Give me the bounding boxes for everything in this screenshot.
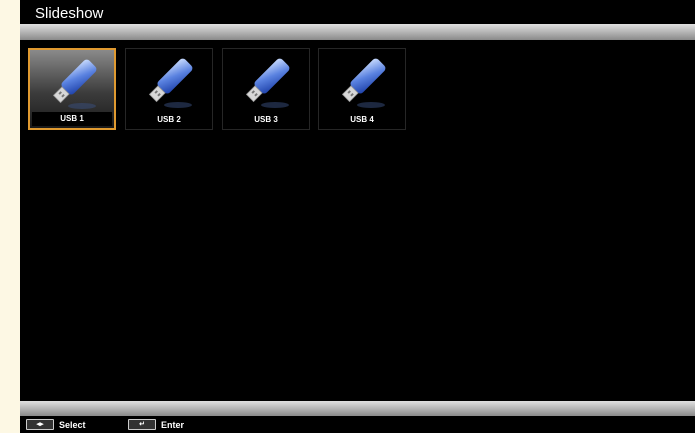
device-label: USB 2 bbox=[157, 115, 181, 124]
left-right-arrows-icon: ◂▸ bbox=[26, 419, 54, 430]
usb-drive-icon bbox=[52, 59, 97, 109]
usb-drive-icon bbox=[148, 58, 193, 108]
enter-key-icon: ↵ bbox=[128, 419, 156, 430]
device-label: USB 1 bbox=[32, 112, 112, 126]
device-label: USB 4 bbox=[350, 115, 374, 124]
enter-hint: ↵ Enter bbox=[128, 419, 184, 430]
enter-hint-label: Enter bbox=[161, 419, 185, 430]
device-label: USB 3 bbox=[254, 115, 278, 124]
usb-device-1[interactable]: USB 1 bbox=[28, 48, 116, 130]
usb-device-2[interactable]: USB 2 bbox=[125, 48, 213, 130]
footer-hints: ◂▸ Select ↵ Enter bbox=[20, 416, 695, 433]
bottom-divider bbox=[20, 401, 695, 416]
title-bar: Slideshow bbox=[20, 4, 695, 24]
slideshow-screen: Slideshow USB 1 USB 2 USB 3 USB 4 ◂▸ Sel… bbox=[20, 0, 695, 433]
usb-drive-icon bbox=[341, 58, 386, 108]
usb-drive-icon bbox=[245, 58, 290, 108]
page-title: Slideshow bbox=[35, 5, 104, 22]
usb-device-4[interactable]: USB 4 bbox=[318, 48, 406, 130]
select-hint: ◂▸ Select bbox=[26, 419, 86, 430]
usb-device-3[interactable]: USB 3 bbox=[222, 48, 310, 130]
select-hint-label: Select bbox=[59, 419, 86, 430]
top-divider bbox=[20, 24, 695, 40]
